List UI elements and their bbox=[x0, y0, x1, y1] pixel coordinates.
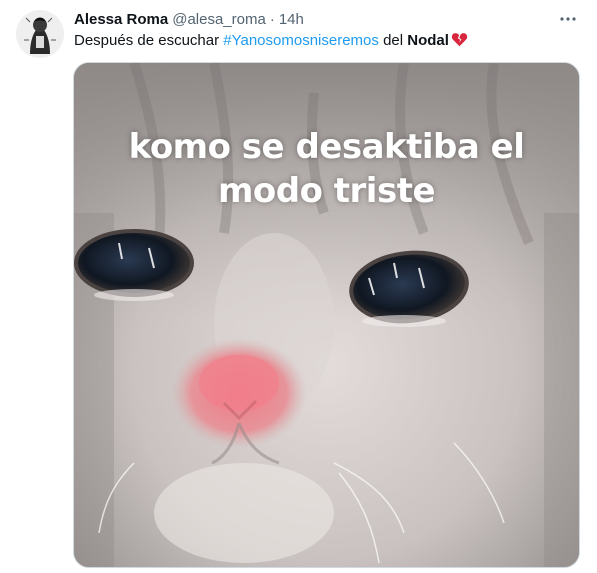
separator-dot: · bbox=[269, 10, 275, 28]
author-handle[interactable]: @alesa_roma bbox=[172, 11, 266, 28]
media-caption: komo se desaktiba el modo triste bbox=[74, 125, 579, 213]
caption-line-2: modo triste bbox=[217, 171, 436, 211]
avatar[interactable] bbox=[16, 10, 64, 58]
more-options-button[interactable] bbox=[557, 8, 579, 30]
tweet-timestamp[interactable]: 14h bbox=[279, 11, 304, 28]
caption-line-1: komo se desaktiba el bbox=[128, 127, 525, 167]
tweet-text: Después de escuchar #Yanosomosniseremos … bbox=[74, 31, 468, 54]
author-display-name[interactable]: Alessa Roma bbox=[74, 11, 168, 28]
tweet-header: Alessa Roma @alesa_roma · 14h bbox=[74, 9, 304, 29]
tweet: Alessa Roma @alesa_roma · 14h Después de… bbox=[0, 0, 597, 573]
tweet-media[interactable]: komo se desaktiba el modo triste bbox=[73, 62, 580, 568]
hashtag-link[interactable]: #Yanosomosniseremos bbox=[223, 32, 379, 49]
more-horizontal-icon bbox=[560, 17, 576, 21]
tweet-text-prefix: Después de escuchar bbox=[74, 32, 224, 49]
tweet-text-middle: del bbox=[378, 32, 408, 49]
avatar-image bbox=[16, 10, 64, 58]
broken-heart-icon bbox=[451, 31, 468, 54]
tweet-text-bold: Nodal bbox=[407, 32, 449, 49]
